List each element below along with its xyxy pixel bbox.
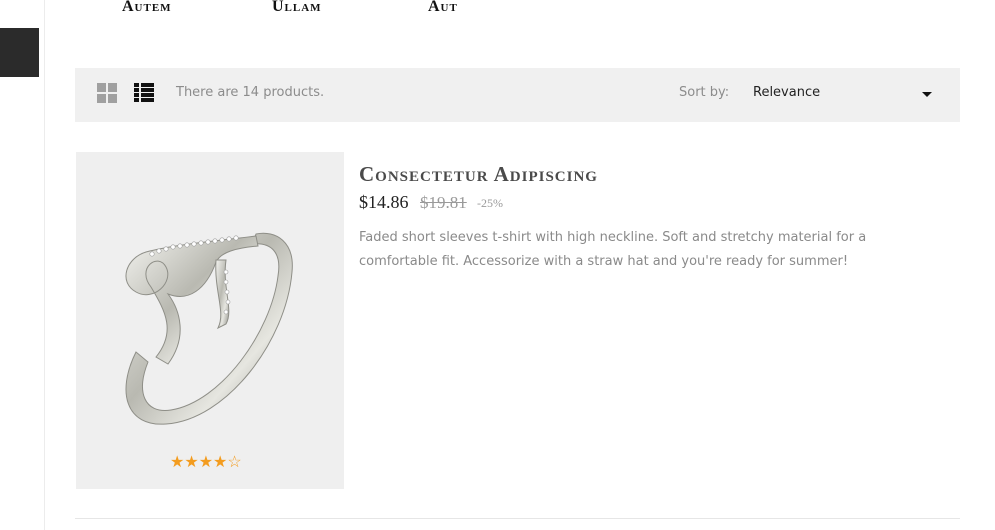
- star-full-icon: ★: [170, 454, 185, 471]
- product-description: Faded short sleeves t-shirt with high ne…: [359, 230, 867, 269]
- product-thumbnail[interactable]: ★★★★☆: [76, 152, 344, 489]
- star-empty-icon: ☆: [227, 454, 242, 471]
- sort-selected-value: Relevance: [753, 85, 821, 100]
- product-price: $14.86: [359, 192, 409, 212]
- top-nav-item-aut[interactable]: Aut: [428, 0, 458, 16]
- star-full-icon: ★: [213, 454, 228, 471]
- star-full-icon: ★: [184, 454, 199, 471]
- top-nav-item-ullam[interactable]: Ullam: [272, 0, 322, 16]
- grid-icon: [97, 83, 106, 92]
- product-rating: ★★★★☆: [170, 452, 242, 472]
- side-panel-tab[interactable]: [0, 28, 39, 77]
- grid-view-button[interactable]: [97, 83, 117, 103]
- list-view-button[interactable]: [134, 83, 154, 103]
- product-count: There are 14 products.: [176, 85, 325, 100]
- ring-image: [125, 232, 293, 425]
- sidebar-divider: [44, 0, 45, 530]
- product-divider: [75, 518, 960, 519]
- sort-select[interactable]: Relevance: [741, 77, 946, 111]
- discount-badge: -25%: [477, 196, 503, 210]
- star-full-icon: ★: [198, 454, 214, 471]
- sort-label: Sort by:: [679, 85, 730, 100]
- products-toolbar: There are 14 products. Sort by: Relevanc…: [75, 68, 960, 122]
- top-nav-item-autem[interactable]: Autem: [122, 0, 172, 16]
- product-title[interactable]: Consectetur Adipiscing: [359, 162, 598, 187]
- list-icon: [134, 83, 139, 87]
- product-regular-price: $19.81: [420, 193, 467, 212]
- chevron-down-icon: [922, 92, 932, 97]
